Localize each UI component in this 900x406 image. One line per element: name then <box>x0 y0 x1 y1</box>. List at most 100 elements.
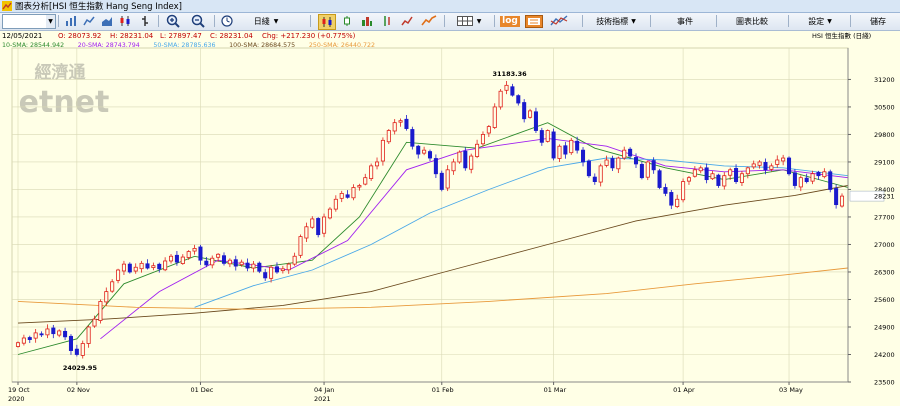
candle-body <box>186 251 191 258</box>
y-tick-label: 31200 <box>874 76 895 84</box>
candle-body <box>380 139 385 162</box>
area-chart-icon[interactable] <box>100 14 114 28</box>
candle-body <box>528 110 533 118</box>
candle-body <box>63 330 68 338</box>
price-chart[interactable]: 12/05/2021 O: 28073.92 H: 28231.04 L: 27… <box>0 30 900 404</box>
x-tick-label: 01 Feb <box>432 386 454 394</box>
ohlc-chart-icon[interactable] <box>138 14 152 28</box>
ma-line <box>17 185 848 324</box>
info-close: C: 28231.04 <box>210 32 253 40</box>
compare-chart-button[interactable]: 圖表比較 <box>722 14 782 28</box>
chart-area[interactable]: 12/05/2021 O: 28073.92 H: 28231.04 L: 27… <box>0 30 900 404</box>
candle-body <box>310 218 315 228</box>
candle-body <box>369 165 374 180</box>
toolbar: ▼ 日綫 ▼ ▼ log 技術指標 ▼ 事件 圖表比較 設定 ▼ 儲存 <box>0 13 900 31</box>
candle-body <box>645 161 650 178</box>
candle-body <box>522 102 527 120</box>
candle-body <box>769 165 774 170</box>
y-tick-label: 24200 <box>874 351 895 359</box>
price-annotation: 31183.36 <box>493 70 528 78</box>
indicator-toggle-icon[interactable] <box>524 14 544 28</box>
candle-body <box>598 165 603 183</box>
hollow-candle-icon[interactable] <box>340 14 354 28</box>
mountain-style-icon[interactable] <box>420 14 438 28</box>
candle-style-active-icon[interactable] <box>318 14 336 30</box>
events-button[interactable]: 事件 <box>660 14 710 28</box>
candle-body <box>121 263 126 272</box>
candle-body <box>286 263 291 271</box>
candle-body <box>21 337 26 344</box>
compare-chart-label: 圖表比較 <box>736 16 768 26</box>
ohlc-bar-icon[interactable] <box>380 14 394 28</box>
zoom-out-icon[interactable] <box>190 14 206 28</box>
compare-icon[interactable] <box>548 14 570 28</box>
candle-body <box>304 226 309 239</box>
candle-body <box>610 158 615 169</box>
grid-lines <box>11 47 849 383</box>
candle-body <box>763 162 768 171</box>
candle-body <box>27 337 32 340</box>
candle-body <box>333 198 338 210</box>
candle-body <box>816 171 821 177</box>
bar-volume-icon[interactable] <box>360 14 374 28</box>
plot-frame <box>11 47 849 383</box>
candle-body <box>345 194 350 198</box>
x-year-label: 2020 <box>8 395 25 403</box>
candle-body <box>480 134 485 145</box>
candle-body <box>604 159 609 166</box>
candle-body <box>710 173 715 180</box>
symbol-combo-input[interactable] <box>2 14 48 29</box>
candle-body <box>451 161 456 172</box>
y-tick-label: 30500 <box>874 103 895 111</box>
candle-chart-icon[interactable] <box>118 14 132 28</box>
watermark-en: etnet <box>19 85 110 120</box>
info-low: L: 27897.47 <box>160 32 202 40</box>
candle-body <box>192 247 197 252</box>
symbol-combo-dropdown[interactable]: ▼ <box>46 14 56 29</box>
bar-chart-icon[interactable] <box>64 14 78 28</box>
candle-body <box>33 332 38 339</box>
x-tick-label: 02 Nov <box>67 386 90 394</box>
candle-body <box>98 301 103 321</box>
candle-body <box>163 260 168 271</box>
candle-body <box>257 262 262 272</box>
candle-body <box>216 253 221 258</box>
candle-body <box>575 140 580 151</box>
candle-body <box>533 111 538 131</box>
watermark-cn: 經濟通 <box>35 62 86 83</box>
info-date: 12/05/2021 <box>2 32 42 40</box>
candle-body <box>269 266 274 279</box>
candle-body <box>834 188 839 206</box>
candle-body <box>127 263 132 273</box>
line-style-icon[interactable] <box>400 14 414 28</box>
line-chart-icon[interactable] <box>82 14 96 28</box>
clock-icon[interactable] <box>220 14 234 28</box>
indicators-menu-button[interactable]: 技術指標 ▼ <box>590 14 642 28</box>
candle-body <box>386 130 391 143</box>
grid-dropdown[interactable]: ▼ <box>450 14 488 28</box>
zoom-in-icon[interactable] <box>165 14 181 28</box>
candle-body <box>351 187 356 199</box>
candle-body <box>433 158 438 175</box>
candle-body <box>581 149 586 163</box>
toolbar-separator <box>788 15 789 27</box>
settings-menu-button[interactable]: 設定 ▼ <box>796 14 844 28</box>
candle-body <box>439 172 444 190</box>
candle-body <box>775 159 780 165</box>
candle-body <box>498 90 503 108</box>
x-tick-label: 03 May <box>779 386 803 394</box>
candle-body <box>239 261 244 266</box>
candle-body <box>416 145 421 155</box>
period-dropdown[interactable]: 日綫 ▼ <box>246 14 286 28</box>
save-button[interactable]: 儲存 <box>860 14 896 28</box>
candle-body <box>492 106 497 128</box>
y-tick-label: 29100 <box>874 158 895 166</box>
candle-body <box>704 167 709 181</box>
toolbar-separator <box>158 15 159 27</box>
candle-body <box>263 272 268 279</box>
y-tick-label: 27000 <box>874 241 895 249</box>
log-scale-button[interactable]: log <box>500 14 520 28</box>
chevron-down-icon: ▼ <box>273 17 279 25</box>
toolbar-separator <box>310 15 311 27</box>
candle-body <box>327 208 332 219</box>
